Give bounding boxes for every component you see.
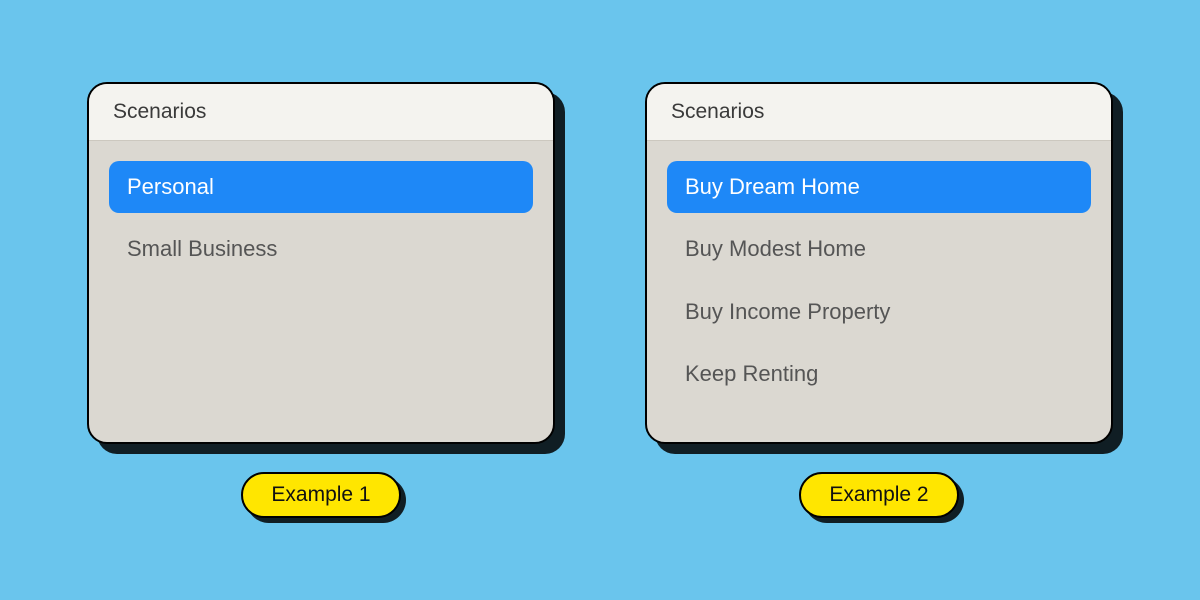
scenario-item-small-business[interactable]: Small Business [109, 223, 533, 275]
scenarios-panel-2: Scenarios Buy Dream Home Buy Modest Home… [645, 82, 1113, 444]
example-1: Scenarios Personal Small Business Exampl… [87, 82, 555, 518]
scenario-item-buy-income-property[interactable]: Buy Income Property [667, 286, 1091, 338]
scenario-item-keep-renting[interactable]: Keep Renting [667, 348, 1091, 400]
panel-body: Personal Small Business [89, 141, 553, 296]
example-2: Scenarios Buy Dream Home Buy Modest Home… [645, 82, 1113, 518]
example-badge-2: Example 2 [799, 472, 958, 518]
panel-header: Scenarios [647, 84, 1111, 141]
scenario-item-personal[interactable]: Personal [109, 161, 533, 213]
scenarios-panel-1: Scenarios Personal Small Business [87, 82, 555, 444]
example-badge-1: Example 1 [241, 472, 400, 518]
scenario-item-buy-dream-home[interactable]: Buy Dream Home [667, 161, 1091, 213]
panel-body: Buy Dream Home Buy Modest Home Buy Incom… [647, 141, 1111, 421]
scenario-item-buy-modest-home[interactable]: Buy Modest Home [667, 223, 1091, 275]
panel-header: Scenarios [89, 84, 553, 141]
